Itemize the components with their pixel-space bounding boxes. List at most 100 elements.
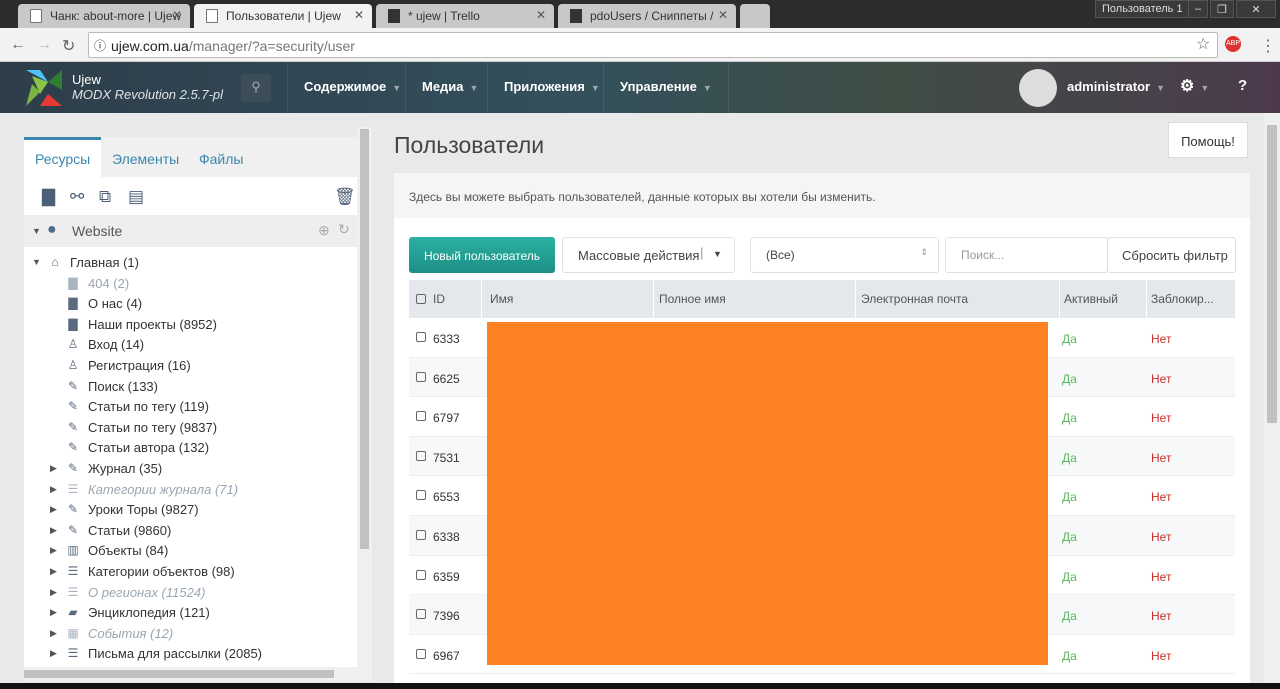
menu-media[interactable]: Медиа ▼ bbox=[405, 62, 494, 113]
caret-right-icon[interactable]: ▶ bbox=[50, 545, 57, 556]
browser-tab-active[interactable]: Пользователи | Ujew ✕ bbox=[194, 4, 372, 28]
static-resource-icon[interactable]: ▤ bbox=[128, 187, 144, 207]
caret-right-icon[interactable]: ▶ bbox=[50, 566, 57, 577]
menu-apps[interactable]: Приложения ▼ bbox=[487, 62, 616, 113]
tab-files[interactable]: Файлы bbox=[188, 137, 254, 177]
tree-node[interactable]: ▶ ✎ Журнал (35) bbox=[24, 459, 357, 480]
bulk-actions-label: Массовые действия bbox=[578, 248, 700, 263]
tree-node[interactable]: ✎ Статьи по тегу (119) bbox=[24, 397, 357, 418]
menu-content[interactable]: Содержимое ▼ bbox=[287, 62, 417, 113]
weblink-icon[interactable]: ⚯ bbox=[70, 187, 84, 207]
tree-node[interactable]: ▶ ✎ Статьи (9860) bbox=[24, 521, 357, 542]
forward-icon[interactable]: → bbox=[36, 36, 52, 54]
adblock-icon[interactable]: ABP bbox=[1225, 36, 1241, 52]
caret-down-icon[interactable]: ▼ bbox=[32, 257, 41, 267]
tab-elements[interactable]: Элементы bbox=[101, 137, 190, 177]
gear-icon[interactable]: ⚙ ▼ bbox=[1164, 62, 1225, 113]
close-icon[interactable]: ✕ bbox=[536, 8, 546, 22]
row-checkbox[interactable] bbox=[416, 450, 426, 461]
col-blocked[interactable]: Заблокир... bbox=[1151, 292, 1214, 306]
tree-node[interactable]: ▶ ▥ Объекты (84) bbox=[24, 541, 357, 562]
menu-icon[interactable]: ⋮ bbox=[1260, 36, 1276, 56]
profile-button[interactable]: Пользователь 1 bbox=[1095, 0, 1190, 18]
close-icon[interactable]: ✕ bbox=[718, 8, 728, 22]
url-input[interactable]: ⓘ ujew.com.ua/manager/?a=security/user bbox=[88, 32, 1218, 58]
bulk-actions-button[interactable]: Массовые действия | ▼ bbox=[562, 237, 735, 273]
new-user-button[interactable]: Новый пользователь bbox=[409, 237, 555, 273]
caret-right-icon[interactable]: ▶ bbox=[50, 607, 57, 618]
star-icon[interactable]: ☆ bbox=[1196, 34, 1210, 54]
page-scrollbar[interactable] bbox=[1264, 113, 1280, 683]
filter-select[interactable]: (Все) ⇕ bbox=[750, 237, 939, 273]
refresh-icon[interactable]: ↻ bbox=[338, 221, 350, 238]
table-header: ID Имя Полное имя Электронная почта Акти… bbox=[409, 280, 1235, 318]
tree-node[interactable]: ▶ ▰ Энциклопедия (121) bbox=[24, 603, 357, 624]
left-scrollbar[interactable] bbox=[357, 127, 372, 667]
caret-right-icon[interactable]: ▶ bbox=[50, 463, 57, 474]
caret-right-icon[interactable]: ▶ bbox=[50, 484, 57, 495]
menu-manage[interactable]: Управление ▼ bbox=[603, 62, 729, 113]
tree-node[interactable]: ✎ Статьи автора (132) bbox=[24, 438, 357, 459]
browser-tab[interactable]: pdoUsers / Сниппеты / ✕ bbox=[558, 4, 736, 28]
caret-right-icon[interactable]: ▶ bbox=[50, 525, 57, 536]
tree-node[interactable]: ▇ О нас (4) bbox=[24, 294, 357, 315]
row-checkbox[interactable] bbox=[416, 332, 426, 342]
symlink-icon[interactable]: ⧉ bbox=[99, 187, 111, 207]
tree-node[interactable]: ▶ ☰ О регионах (11524) bbox=[24, 583, 357, 604]
close-window-button[interactable]: ✕ bbox=[1236, 0, 1276, 18]
reload-icon[interactable]: ↻ bbox=[62, 36, 75, 56]
browser-tab[interactable]: Чанк: about-more | Ujew ✕ bbox=[18, 4, 190, 28]
tree-node[interactable]: ▶ ☰ Категории объектов (98) bbox=[24, 562, 357, 583]
select-all-checkbox[interactable] bbox=[416, 294, 426, 304]
search-input[interactable]: Поиск... bbox=[945, 237, 1108, 273]
help-icon[interactable]: ? bbox=[1222, 62, 1263, 113]
restore-button[interactable]: ❐ bbox=[1210, 0, 1234, 18]
tree-node[interactable]: ▶ ☰ Категории журнала (71) bbox=[24, 480, 357, 501]
browser-tab[interactable]: * ujew | Trello ✕ bbox=[376, 4, 554, 28]
tree-node[interactable]: ▶ ☰ Письма для рассылки (2085) bbox=[24, 644, 357, 665]
user-menu[interactable]: administrator ▼ bbox=[1051, 62, 1181, 113]
close-icon[interactable]: ✕ bbox=[172, 8, 182, 22]
context-website[interactable]: ▼ ● Website ⊕ ↻ bbox=[24, 215, 357, 247]
caret-right-icon[interactable]: ▶ bbox=[50, 504, 57, 515]
tree-node[interactable]: ▇ Наши проекты (8952) bbox=[24, 315, 357, 336]
tree-node[interactable]: ✎ Статьи по тегу (9837) bbox=[24, 418, 357, 439]
pencil-icon: ✎ bbox=[67, 502, 79, 517]
tree-node[interactable]: ▼ ⌂ Главная (1) bbox=[24, 253, 357, 274]
tree-node[interactable]: ▶ ✎ Уроки Торы (9827) bbox=[24, 500, 357, 521]
tab-resources[interactable]: Ресурсы bbox=[24, 137, 102, 177]
tree-node[interactable]: ▇ 404 (2) bbox=[24, 274, 357, 295]
cell-blocked: Нет bbox=[1151, 529, 1172, 544]
caret-right-icon[interactable]: ▶ bbox=[50, 587, 57, 598]
row-checkbox[interactable] bbox=[416, 529, 426, 540]
col-name[interactable]: Имя bbox=[490, 292, 513, 306]
close-icon[interactable]: ✕ bbox=[354, 8, 364, 22]
new-tab-button[interactable] bbox=[740, 4, 770, 28]
row-checkbox[interactable] bbox=[416, 648, 426, 659]
row-checkbox[interactable] bbox=[416, 490, 426, 501]
reset-filter-button[interactable]: Сбросить фильтр bbox=[1107, 237, 1236, 273]
add-icon[interactable]: ⊕ bbox=[318, 222, 330, 239]
row-checkbox[interactable] bbox=[416, 569, 426, 580]
trash-icon[interactable]: 🗑 bbox=[334, 187, 356, 207]
tree-node[interactable]: ♙ Вход (14) bbox=[24, 335, 357, 356]
col-fullname[interactable]: Полное имя bbox=[659, 292, 726, 306]
caret-right-icon[interactable]: ▶ bbox=[50, 648, 57, 659]
minimize-button[interactable]: – bbox=[1188, 0, 1209, 18]
left-horizontal-scrollbar[interactable] bbox=[24, 667, 372, 681]
help-button[interactable]: Помощь! bbox=[1168, 122, 1248, 158]
tree-node[interactable]: ▶ ▦ События (12) bbox=[24, 624, 357, 645]
col-email[interactable]: Электронная почта bbox=[861, 292, 968, 306]
search-button[interactable]: ⚲ bbox=[241, 74, 271, 102]
tree-node[interactable]: ✎ Поиск (133) bbox=[24, 377, 357, 398]
col-active[interactable]: Активный bbox=[1064, 292, 1118, 306]
tree-node[interactable]: ♙ Регистрация (16) bbox=[24, 356, 357, 377]
row-checkbox[interactable] bbox=[416, 609, 426, 620]
new-document-icon[interactable]: ▇ bbox=[42, 187, 55, 207]
back-icon[interactable]: ← bbox=[10, 36, 26, 54]
row-checkbox[interactable] bbox=[416, 411, 426, 422]
cell-id: 6967 bbox=[433, 648, 460, 663]
caret-right-icon[interactable]: ▶ bbox=[50, 628, 57, 639]
col-id[interactable]: ID bbox=[433, 292, 445, 306]
row-checkbox[interactable] bbox=[416, 371, 426, 382]
